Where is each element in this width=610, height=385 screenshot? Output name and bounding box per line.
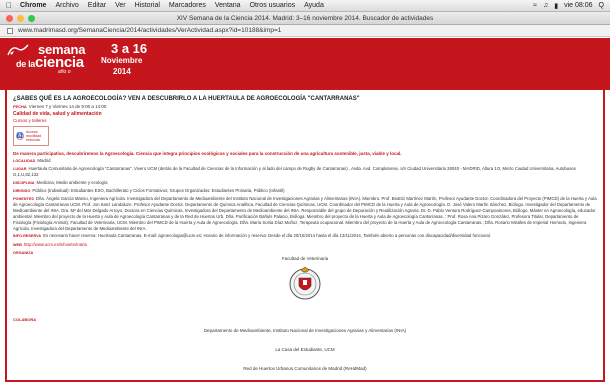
window-title-bar: XIV Semana de la Ciencia 2014. Madrid: 3… (0, 12, 610, 25)
field-disciplina: DISCIPLINA Medicina, Medio ambiente y eco… (13, 180, 597, 186)
field-web: WEB http://www.ucm.es/infoveterinaria (13, 242, 597, 248)
wheelchair-icon: ♿ (16, 132, 24, 140)
date-label: FECHA (13, 104, 27, 109)
volume-icon[interactable]: ♫ (543, 2, 548, 9)
menu-historial[interactable]: Historial (135, 2, 160, 9)
activity-category: Calidad de vida, salud y alimentación (13, 111, 102, 117)
web-link[interactable]: http://www.ucm.es/infoveterinaria (24, 242, 87, 247)
window-controls (6, 15, 35, 22)
organizer-block: Facultad de Veterinaria (13, 256, 597, 305)
date-value: Viernes 7 y Viernes 14 de 9:00 a 14:00 (28, 104, 107, 109)
apple-menu-icon[interactable]:  (6, 1, 12, 10)
activity-detail: ¿SABES QUÉ ES LA AGROECOLOGÍA? VEN A DES… (5, 90, 605, 382)
field-info-reserva: INFO.RESERVA Es necesario hacer reserva: … (13, 233, 597, 239)
field-label: INFO.RESERVA (13, 234, 42, 239)
field-value: Es necesario hacer reserva: Huertaula Ca… (43, 233, 491, 239)
field-label: ORGANIZA (13, 250, 34, 255)
banner-year: 2014 (113, 67, 131, 76)
menu-ayuda[interactable]: Ayuda (304, 2, 324, 9)
page-content: semana de laciencia año o 3 a 16 Noviemb… (0, 38, 610, 385)
menu-ver[interactable]: Ver (115, 2, 126, 9)
menu-bar:  Chrome Archivo Editar Ver Historial Ma… (0, 0, 610, 12)
activity-title: ¿SABES QUÉ ES LA AGROECOLOGÍA? VEN A DES… (13, 96, 360, 102)
page-icon (7, 28, 13, 34)
wifi-icon[interactable]: ≈ (533, 2, 537, 9)
banner-month: Noviembre (101, 56, 143, 65)
header-banner: semana de laciencia año o 3 a 16 Noviemb… (0, 38, 610, 90)
logo-de-la: de la (16, 59, 36, 69)
collaborator-3: Red de Huertos Urbanos Comunitarios de M… (243, 365, 367, 371)
window-title: XIV Semana de la Ciencia 2014. Madrid: 3… (176, 14, 434, 22)
menu-extras: ≈ ♫ ▮ vie 08:06 Q (533, 2, 610, 10)
field-ponentes: PONENTES Dña. Ángela García Manso, Ingeni… (13, 196, 597, 231)
logo-ciencia: de laciencia (16, 54, 84, 71)
organizer-name: Facultad de Veterinaria (281, 255, 329, 261)
spotlight-icon[interactable]: Q (599, 2, 604, 9)
field-value: Público (Individual): Estudiantes ESO, B… (32, 188, 285, 194)
activity-date: FECHA Viernes 7 y Viernes 14 de 9:00 a 14… (13, 104, 597, 109)
clock[interactable]: vie 08:06 (564, 2, 592, 9)
activity-type: Cursos y talleres (13, 118, 47, 123)
field-label: LOCALIDAD (13, 159, 36, 163)
field-value: Madrid (37, 158, 51, 163)
field-value: Dña. Ángela García Manso, Ingeniera Agrí… (13, 196, 597, 231)
menu-chrome[interactable]: Chrome (20, 2, 46, 9)
field-value: Medicina, Medio ambiente y ecología (36, 180, 108, 186)
menu-archivo[interactable]: Archivo (55, 2, 78, 9)
minimize-window-icon[interactable] (17, 15, 24, 22)
field-label: PONENTES (13, 197, 34, 202)
accessibility-text: Acceso movilidad reducida (26, 129, 42, 143)
accessibility-badge: ♿ Acceso movilidad reducida (13, 126, 49, 146)
menu-otros-usuarios[interactable]: Otros usuarios (250, 2, 296, 9)
field-localidad: LOCALIDAD Madrid (13, 158, 597, 164)
field-label: LUGAR (13, 167, 27, 172)
collaborator-2: La Casa del Estudiante, UCM (275, 346, 335, 352)
ucm-seal-icon (289, 266, 321, 300)
field-lugar: LUGAR Huertaula Comunitaria de Agroecolog… (13, 166, 597, 178)
menu-editar[interactable]: Editar (88, 2, 106, 9)
zoom-window-icon[interactable] (28, 15, 35, 22)
url-text[interactable]: www.madrimasd.org/SemanaCiencia/2014/act… (18, 27, 281, 34)
battery-icon[interactable]: ▮ (554, 2, 558, 10)
colabora-label: COLABORA (13, 316, 37, 322)
field-label: WEB (13, 242, 22, 247)
field-label: DISCIPLINA (13, 181, 35, 186)
menu-marcadores[interactable]: Marcadores (169, 2, 206, 9)
field-dirigido: DIRIGIDO Público (Individual): Estudiante… (13, 188, 597, 194)
logo-year-small: año o (58, 69, 71, 75)
menu-ventana[interactable]: Ventana (215, 2, 241, 9)
close-window-icon[interactable] (6, 15, 13, 22)
banner-dates: 3 a 16 (111, 41, 148, 56)
field-label: DIRIGIDO (13, 189, 31, 194)
activity-description: De manera participativa, descubriremos l… (13, 151, 402, 156)
field-value: Huertaula Comunitaria de Agroecología "C… (13, 166, 576, 178)
address-bar[interactable]: www.madrimasd.org/SemanaCiencia/2014/act… (0, 25, 610, 37)
collaborator-1: Departamento de Medioambiente, Instituto… (203, 327, 407, 333)
